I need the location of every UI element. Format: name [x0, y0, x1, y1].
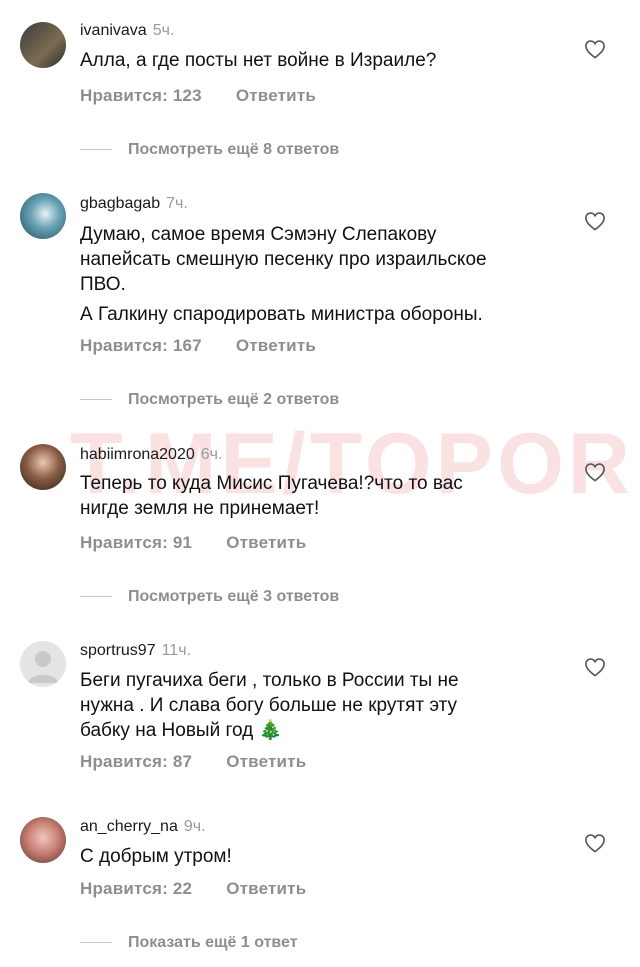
reply-button[interactable]: Ответить [236, 336, 316, 355]
username[interactable]: gbagbagab [80, 195, 160, 212]
avatar[interactable] [20, 817, 66, 863]
heart-outline-icon[interactable] [584, 657, 606, 677]
heart-outline-icon[interactable] [584, 833, 606, 853]
likes-count[interactable]: Нравится: 123 [80, 86, 202, 105]
likes-count[interactable]: Нравится: 167 [80, 336, 202, 355]
username[interactable]: ivanivava [80, 22, 147, 39]
divider [80, 399, 112, 401]
timestamp: 11ч. [161, 642, 191, 659]
comment-text: нигде земля не принемает! [80, 498, 320, 519]
comment-text: Беги пугачиха беги , только в России ты … [80, 670, 459, 691]
username[interactable]: an_cherry_na [80, 818, 178, 835]
divider [80, 942, 112, 944]
avatar[interactable] [20, 641, 66, 687]
likes-count[interactable]: Нравится: 22 [80, 879, 192, 898]
comment-text: С добрым утром! [80, 846, 232, 867]
heart-outline-icon[interactable] [584, 39, 606, 59]
heart-outline-icon[interactable] [584, 211, 606, 231]
reply-button[interactable]: Ответить [226, 533, 306, 552]
view-replies-button[interactable]: Посмотреть ещё 3 ответов [128, 588, 339, 605]
reply-button[interactable]: Ответить [226, 879, 306, 898]
timestamp: 7ч. [166, 195, 188, 212]
username[interactable]: sportrus97 [80, 642, 156, 659]
comment-text: Теперь то куда Мисис Пугачева!?что то ва… [80, 473, 463, 494]
view-replies-button[interactable]: Показать ещё 1 ответ [128, 934, 298, 951]
likes-count[interactable]: Нравится: 87 [80, 752, 192, 771]
avatar[interactable] [20, 22, 66, 68]
comment-text: напейсать смешную песенку про израильско… [80, 249, 487, 270]
timestamp: 5ч. [152, 22, 175, 39]
view-replies-button[interactable]: Посмотреть ещё 8 ответов [128, 141, 339, 158]
timestamp: 9ч. [183, 818, 206, 835]
view-replies-button[interactable]: Посмотреть ещё 2 ответов [128, 391, 339, 408]
comment-text: бабку на Новый год 🎄 [80, 720, 283, 741]
comment-text: ПВО. [80, 274, 126, 295]
comment-text: Думаю, самое время Сэмэну Слепакову [80, 224, 437, 245]
reply-button[interactable]: Ответить [236, 86, 316, 105]
avatar[interactable] [20, 193, 66, 239]
divider [80, 149, 112, 151]
comment-text: нужна . И слава богу больше не крутят эт… [80, 695, 458, 716]
username[interactable]: habiimrona2020 [80, 446, 195, 463]
default-avatar-icon [28, 651, 58, 683]
reply-button[interactable]: Ответить [226, 752, 306, 771]
heart-outline-icon[interactable] [584, 462, 606, 482]
timestamp: 6ч. [200, 446, 223, 463]
comment-text: А Галкину спародировать министра обороны… [80, 304, 483, 325]
likes-count[interactable]: Нравится: 91 [80, 533, 192, 552]
comment-text: Алла, а где посты нет войне в Израиле? [80, 50, 437, 71]
divider [80, 596, 112, 598]
avatar[interactable] [20, 444, 66, 490]
